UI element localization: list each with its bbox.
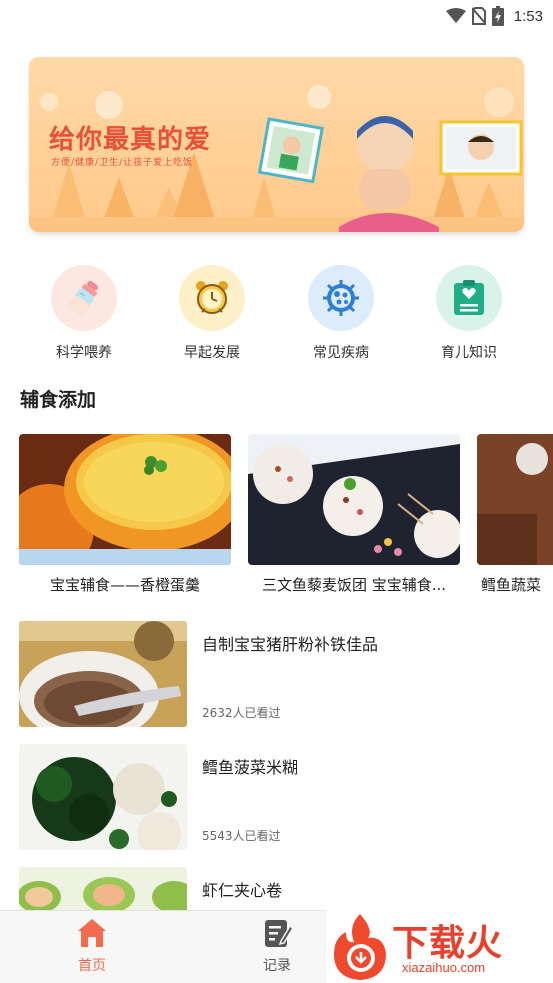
category-diseases[interactable]: 常见疾病 [296, 265, 386, 362]
category-label: 常见疾病 [313, 345, 369, 361]
list-item-title: 鳕鱼菠菜米糊 [202, 758, 299, 777]
featured-carousel[interactable]: 宝宝辅食——香橙蛋羹 三文鱼藜麦饭团 宝宝辅食... 鳕鱼蔬菜 [19, 434, 553, 604]
baby-bottle-icon [68, 280, 99, 316]
category-label: 育儿知识 [441, 345, 497, 361]
featured-image [248, 434, 460, 565]
list-item[interactable]: 鳕鱼菠菜米糊 5543人已看过 [19, 744, 539, 852]
baby-photo [339, 116, 439, 232]
tab-records[interactable]: 记录 [232, 917, 322, 975]
category-knowledge[interactable]: 育儿知识 [424, 265, 514, 362]
home-icon [78, 919, 106, 947]
list-item[interactable]: 自制宝宝猪肝粉补铁佳品 2632人已看过 [19, 621, 539, 729]
category-grid: 科学喂养 早起发展 常见疾病 育儿知识 [0, 265, 553, 365]
list-item-title: 自制宝宝猪肝粉补铁佳品 [202, 635, 379, 654]
category-icon-circle [51, 265, 117, 331]
category-label: 早起发展 [184, 345, 240, 361]
section-title: 辅食添加 [20, 389, 97, 411]
category-label: 科学喂养 [56, 345, 112, 361]
category-feeding[interactable]: 科学喂养 [39, 265, 129, 362]
featured-title: 鳕鱼蔬菜 [481, 576, 542, 594]
status-bar: 1:53 [0, 0, 553, 32]
promo-banner[interactable]: 给你最真的爱 方便/健康/卫生/让孩子爱上吃饭 [29, 57, 524, 232]
list-item-title: 虾仁夹心卷 [202, 881, 283, 900]
featured-image [19, 434, 231, 565]
featured-image [477, 434, 553, 565]
list-item-views: 2632人已看过 [202, 706, 281, 720]
watermark-text: 下载火 [392, 923, 504, 964]
featured-card[interactable]: 宝宝辅食——香橙蛋羹 [19, 434, 231, 595]
edit-note-icon [265, 920, 295, 947]
status-icons: 1:53 [445, 6, 543, 26]
tab-home[interactable]: 首页 [47, 917, 137, 975]
list-item-image [19, 744, 187, 850]
category-icon-circle [436, 265, 502, 331]
category-icon-circle [179, 265, 245, 331]
featured-title: 宝宝辅食——香橙蛋羹 [49, 576, 200, 594]
banner-subtitle: 方便/健康/卫生/让孩子爱上吃饭 [51, 158, 194, 168]
battery-charging-icon [491, 6, 504, 26]
featured-card[interactable]: 三文鱼藜麦饭团 宝宝辅食... [248, 434, 460, 595]
category-icon-circle [308, 265, 374, 331]
watermark-url: xiazaihuo.com [402, 960, 486, 975]
tab-label: 首页 [78, 958, 106, 974]
watermark: 下载火 xiazaihuo.com [326, 910, 553, 983]
category-development[interactable]: 早起发展 [167, 265, 257, 362]
virus-icon [323, 280, 359, 316]
flame-logo-icon [334, 914, 386, 980]
featured-title: 三文鱼藜麦饭团 宝宝辅食... [261, 576, 447, 594]
featured-card[interactable]: 鳕鱼蔬菜 [477, 434, 553, 595]
alarm-clock-icon [196, 281, 228, 314]
list-item-views: 5543人已看过 [202, 829, 281, 843]
clipboard-heart-icon [454, 280, 484, 315]
status-time: 1:53 [513, 7, 543, 25]
no-sim-icon [471, 7, 486, 25]
wifi-icon [445, 8, 466, 23]
tab-label: 记录 [263, 958, 291, 974]
banner-title: 给你最真的爱 [49, 125, 212, 155]
list-item-image [19, 621, 187, 727]
